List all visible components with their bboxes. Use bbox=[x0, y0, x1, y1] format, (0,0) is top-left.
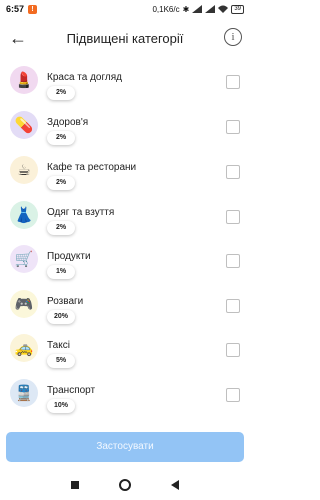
category-label: Розваги bbox=[47, 296, 84, 307]
shopping-cart-icon-glyph: 🛒 bbox=[14, 251, 34, 268]
app-header: ← Підвищені категорії i bbox=[0, 18, 250, 58]
recent-apps-icon[interactable] bbox=[71, 481, 79, 489]
cashback-percent-badge: 2% bbox=[47, 176, 75, 190]
category-row[interactable]: 🚆 Транспорт 10% bbox=[0, 373, 250, 417]
category-checkbox[interactable] bbox=[226, 120, 240, 134]
category-checkbox[interactable] bbox=[226, 388, 240, 402]
bluetooth-icon: ✱ bbox=[182, 4, 190, 14]
category-label: Краса та догляд bbox=[47, 72, 123, 83]
home-icon[interactable] bbox=[119, 479, 131, 491]
apply-button[interactable]: Застосувати bbox=[6, 432, 244, 462]
cashback-percent-badge: 20% bbox=[47, 310, 75, 324]
coffee-cup-icon: ☕ bbox=[10, 156, 38, 184]
signal-icon-2 bbox=[205, 5, 216, 13]
category-row[interactable]: 💄 Краса та догляд 2% bbox=[0, 60, 250, 104]
category-label: Транспорт bbox=[47, 385, 96, 396]
cashback-percent-badge: 1% bbox=[47, 265, 75, 279]
lipstick-icon: 💄 bbox=[10, 66, 38, 94]
train-icon-glyph: 🚆 bbox=[14, 385, 34, 402]
category-label: Здоров'я bbox=[47, 117, 89, 128]
category-checkbox[interactable] bbox=[226, 254, 240, 268]
category-checkbox[interactable] bbox=[226, 343, 240, 357]
cashback-percent-badge: 2% bbox=[47, 221, 75, 235]
category-checkbox[interactable] bbox=[226, 299, 240, 313]
category-label: Одяг та взуття bbox=[47, 207, 115, 218]
category-label: Кафе та ресторани bbox=[47, 162, 137, 173]
dress-icon: 👗 bbox=[10, 201, 38, 229]
category-checkbox[interactable] bbox=[226, 210, 240, 224]
page-title: Підвищені категорії bbox=[66, 30, 184, 46]
network-speed: 0,1K6/c bbox=[152, 4, 180, 14]
category-checkbox[interactable] bbox=[226, 165, 240, 179]
info-icon[interactable]: i bbox=[224, 28, 242, 46]
gamepad-icon-glyph: 🎮 bbox=[14, 296, 34, 313]
system-nav-bar bbox=[0, 470, 250, 500]
status-time: 6:57 bbox=[6, 4, 25, 14]
cashback-percent-badge: 10% bbox=[47, 399, 75, 413]
dress-icon-glyph: 👗 bbox=[14, 207, 34, 224]
taxi-icon: 🚕 bbox=[10, 334, 38, 362]
category-row[interactable]: 👗 Одяг та взуття 2% bbox=[0, 195, 250, 239]
category-checkbox[interactable] bbox=[226, 75, 240, 89]
battery-icon: 39 bbox=[231, 4, 244, 14]
shopping-cart-icon: 🛒 bbox=[10, 245, 38, 273]
pill-icon: 💊 bbox=[10, 111, 38, 139]
wifi-icon bbox=[218, 5, 229, 13]
category-row[interactable]: 🎮 Розваги 20% bbox=[0, 284, 250, 328]
back-arrow-icon[interactable]: ← bbox=[8, 28, 28, 48]
category-label: Продукти bbox=[47, 251, 91, 262]
gamepad-icon: 🎮 bbox=[10, 290, 38, 318]
pill-icon-glyph: 💊 bbox=[14, 117, 34, 134]
back-nav-icon[interactable] bbox=[171, 480, 179, 490]
lipstick-icon-glyph: 💄 bbox=[14, 72, 34, 89]
taxi-icon-glyph: 🚕 bbox=[14, 340, 34, 357]
category-row[interactable]: 🛒 Продукти 1% bbox=[0, 239, 250, 283]
category-row[interactable]: 🚕 Таксі 5% bbox=[0, 328, 250, 372]
status-bar: 6:57 ! 0,1K6/c ✱ 39 bbox=[0, 0, 250, 18]
status-left: 6:57 ! bbox=[6, 4, 38, 14]
coffee-cup-icon-glyph: ☕ bbox=[17, 162, 31, 179]
signal-icon bbox=[192, 5, 203, 13]
train-icon: 🚆 bbox=[10, 379, 38, 407]
category-row[interactable]: ☕ Кафе та ресторани 2% bbox=[0, 150, 250, 194]
cashback-percent-badge: 2% bbox=[47, 86, 75, 100]
notification-icon: ! bbox=[28, 4, 38, 14]
cashback-percent-badge: 5% bbox=[47, 354, 75, 368]
category-label: Таксі bbox=[47, 340, 70, 351]
cashback-percent-badge: 2% bbox=[47, 131, 75, 145]
status-right: 0,1K6/c ✱ 39 bbox=[152, 4, 244, 14]
category-row[interactable]: 💊 Здоров'я 2% bbox=[0, 105, 250, 149]
